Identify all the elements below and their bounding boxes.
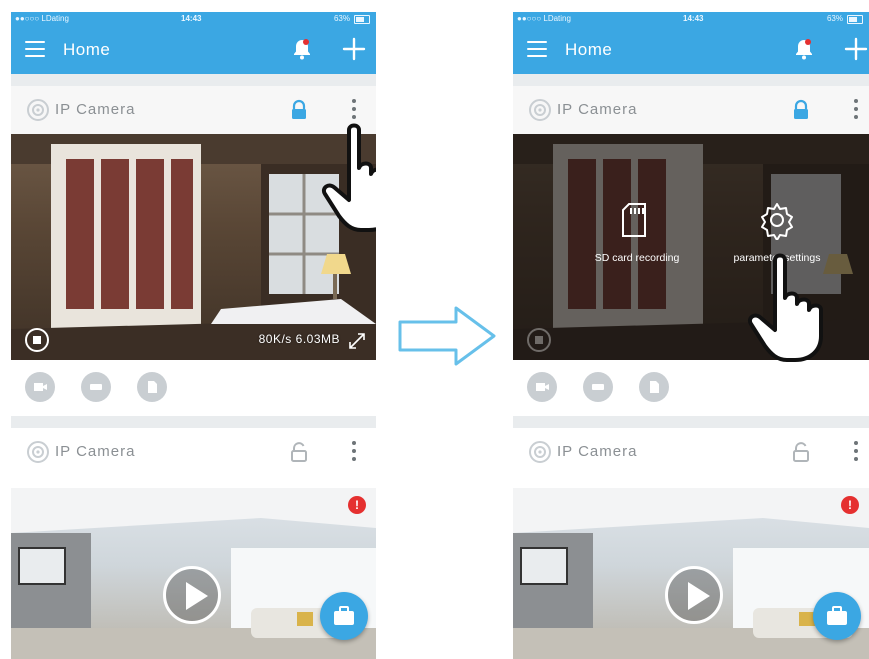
storage-icon	[592, 384, 604, 390]
sd-card-icon	[148, 381, 157, 393]
clock: 14:43	[683, 14, 704, 23]
arrow-right-icon	[398, 306, 496, 366]
alert-badge: !	[841, 496, 859, 514]
camera-controls	[11, 360, 376, 416]
sd-card-recording-label: SD card recording	[594, 252, 680, 264]
briefcase-button[interactable]	[320, 592, 368, 640]
briefcase-icon	[334, 606, 354, 625]
bell-icon[interactable]	[791, 36, 817, 62]
more-options-icon[interactable]	[851, 96, 861, 124]
section-divider	[11, 416, 376, 428]
app-bar: Home	[11, 26, 376, 74]
battery-icon	[354, 15, 370, 24]
section-divider	[11, 74, 376, 86]
page-title: Home	[565, 40, 613, 59]
page-title: Home	[63, 40, 111, 59]
status-bar: ●●○○○ LDating 14:43 63%	[513, 12, 869, 26]
phone-screen-right: ●●○○○ LDating 14:43 63% Home IP Camera S…	[513, 12, 869, 659]
camera-card-header: IP Camera	[11, 428, 376, 476]
cloud-storage-button[interactable]	[583, 372, 613, 402]
lock-icon[interactable]	[789, 98, 813, 122]
sd-card-button[interactable]	[137, 372, 167, 402]
gear-icon	[761, 203, 793, 240]
camera-name: IP Camera	[55, 443, 136, 460]
briefcase-icon	[827, 606, 847, 625]
cloud-storage-button[interactable]	[81, 372, 111, 402]
plus-icon[interactable]	[341, 36, 367, 62]
carrier-label: ●●○○○ LDating	[15, 14, 69, 23]
sd-card-recording-option[interactable]: SD card recording	[567, 200, 707, 264]
camera-name: IP Camera	[55, 101, 136, 118]
record-button[interactable]	[25, 372, 55, 402]
phone-screen-left: ●●○○○ LDating 14:43 63% Home IP Camera 8…	[11, 12, 376, 659]
video-icon	[536, 383, 549, 391]
more-options-icon[interactable]	[851, 438, 861, 466]
status-bar: ●●○○○ LDating 14:43 63%	[11, 12, 376, 26]
bell-icon[interactable]	[289, 36, 315, 62]
play-button[interactable]	[163, 566, 221, 624]
unlock-icon[interactable]	[789, 440, 813, 464]
video-icon	[34, 383, 47, 391]
sd-card-icon	[650, 381, 659, 393]
camera-card-header: IP Camera	[513, 428, 869, 476]
alert-badge: !	[348, 496, 366, 514]
briefcase-button[interactable]	[813, 592, 861, 640]
hand-pointer-icon	[322, 123, 376, 232]
carrier-label: ●●○○○ LDating	[517, 14, 571, 23]
menu-icon[interactable]	[25, 41, 45, 57]
play-button[interactable]	[665, 566, 723, 624]
camera-preview[interactable]: !	[11, 488, 376, 659]
camera-card-header: IP Camera	[513, 86, 869, 134]
stream-stats: 80K/s 6.03MB	[258, 332, 340, 346]
unlock-icon[interactable]	[287, 440, 311, 464]
camera-name: IP Camera	[557, 443, 638, 460]
camera-name: IP Camera	[557, 101, 638, 118]
hand-pointer-icon	[748, 253, 823, 362]
section-divider	[513, 74, 869, 86]
clock: 14:43	[181, 14, 202, 23]
camera-icon	[27, 99, 49, 121]
camera-icon	[529, 441, 551, 463]
battery-percent: 63%	[826, 14, 843, 23]
app-bar: Home	[513, 26, 869, 74]
record-button[interactable]	[527, 372, 557, 402]
camera-controls	[513, 360, 869, 416]
battery-icon	[847, 15, 863, 24]
section-divider	[513, 416, 869, 428]
plus-icon[interactable]	[843, 36, 869, 62]
sd-card-button[interactable]	[639, 372, 669, 402]
camera-preview[interactable]: !	[513, 488, 869, 659]
camera-icon	[529, 99, 551, 121]
battery-percent: 63%	[333, 14, 350, 23]
lock-icon[interactable]	[287, 98, 311, 122]
stop-button[interactable]	[527, 328, 551, 352]
fullscreen-icon[interactable]	[348, 332, 366, 350]
menu-icon[interactable]	[527, 41, 547, 57]
more-options-icon[interactable]	[349, 438, 359, 466]
stop-button[interactable]	[25, 328, 49, 352]
camera-icon	[27, 441, 49, 463]
storage-icon	[90, 384, 102, 390]
sd-card-icon	[622, 203, 646, 237]
